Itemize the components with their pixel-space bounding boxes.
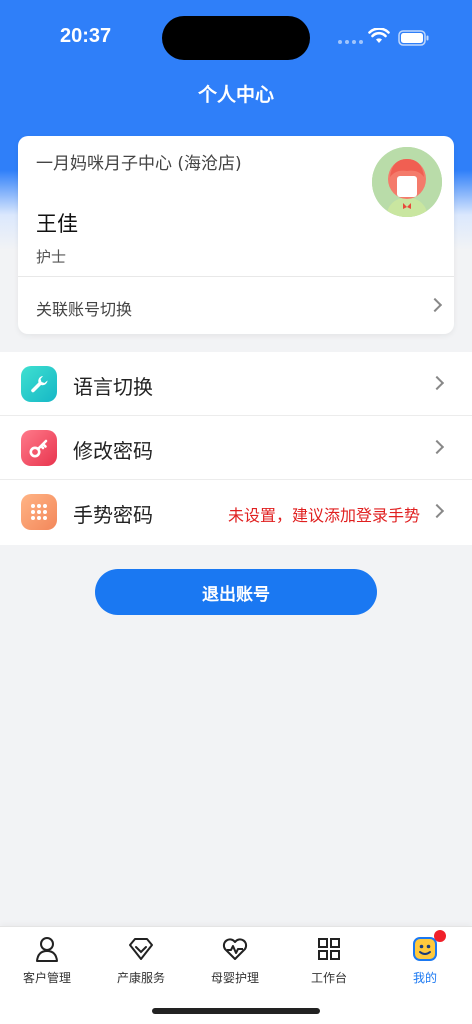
avatar-illustration — [372, 147, 442, 217]
menu-item-language[interactable]: 语言切换 — [0, 352, 472, 416]
notification-badge — [434, 930, 446, 942]
tab-label: 工作台 — [310, 971, 347, 985]
menu-item-gesture-password[interactable]: 手势密码 未设置，建议添加登录手势 — [0, 480, 472, 545]
chevron-right-icon — [429, 439, 445, 455]
tab-label: 客户管理 — [22, 971, 71, 985]
switch-account-label: 关联账号切换 — [36, 300, 133, 319]
store-name: 一月妈咪月子中心 (海沧店) — [36, 154, 242, 174]
heartbeat-icon — [222, 938, 248, 960]
tab-mine[interactable]: 我的 — [378, 935, 472, 993]
tab-maternal-infant-care[interactable]: 母婴护理 — [188, 935, 282, 993]
chevron-right-icon — [429, 375, 445, 391]
switch-account-row[interactable]: 关联账号切换 — [18, 277, 454, 334]
wrench-icon — [21, 366, 57, 402]
dynamic-island — [162, 16, 310, 60]
status-time: 20:37 — [60, 25, 112, 47]
user-role: 护士 — [36, 248, 67, 266]
logout-button[interactable]: 退出账号 — [95, 569, 377, 615]
chevron-right-icon — [429, 503, 445, 519]
tab-workbench[interactable]: 工作台 — [282, 935, 376, 993]
profile-card: 一月妈咪月子中心 (海沧店) 王佳 护士 关联账号切换 — [18, 136, 454, 334]
battery-icon — [398, 30, 429, 46]
menu-label-language: 语言切换 — [73, 375, 153, 399]
gesture-grid-icon — [21, 494, 57, 530]
person-icon — [36, 937, 58, 962]
chevron-right-icon — [427, 297, 443, 313]
tab-customer-management[interactable]: 客户管理 — [0, 935, 94, 993]
menu-label-change-password: 修改密码 — [73, 439, 153, 463]
status-bar: 20:37 — [0, 0, 472, 76]
wifi-icon — [368, 28, 390, 43]
gesture-password-hint: 未设置，建议添加登录手势 — [227, 506, 420, 525]
tab-label: 产康服务 — [116, 971, 165, 985]
avatar[interactable] — [372, 147, 442, 217]
tab-label: 我的 — [412, 971, 437, 985]
page-title: 个人中心 — [197, 84, 274, 106]
menu-item-change-password[interactable]: 修改密码 — [0, 416, 472, 480]
grid-icon — [318, 938, 340, 960]
settings-menu: 语言切换 修改密码 手势密码 未设置，建议添加登录手势 — [0, 352, 472, 545]
user-name: 王佳 — [36, 212, 78, 236]
key-icon — [21, 430, 57, 466]
home-indicator — [152, 1008, 320, 1014]
menu-label-gesture-password: 手势密码 — [73, 503, 153, 527]
tab-label: 母婴护理 — [210, 971, 259, 985]
diamond-heart-icon — [129, 938, 153, 960]
tab-postpartum-services[interactable]: 产康服务 — [94, 935, 188, 993]
cellular-signal-icon — [338, 40, 363, 44]
